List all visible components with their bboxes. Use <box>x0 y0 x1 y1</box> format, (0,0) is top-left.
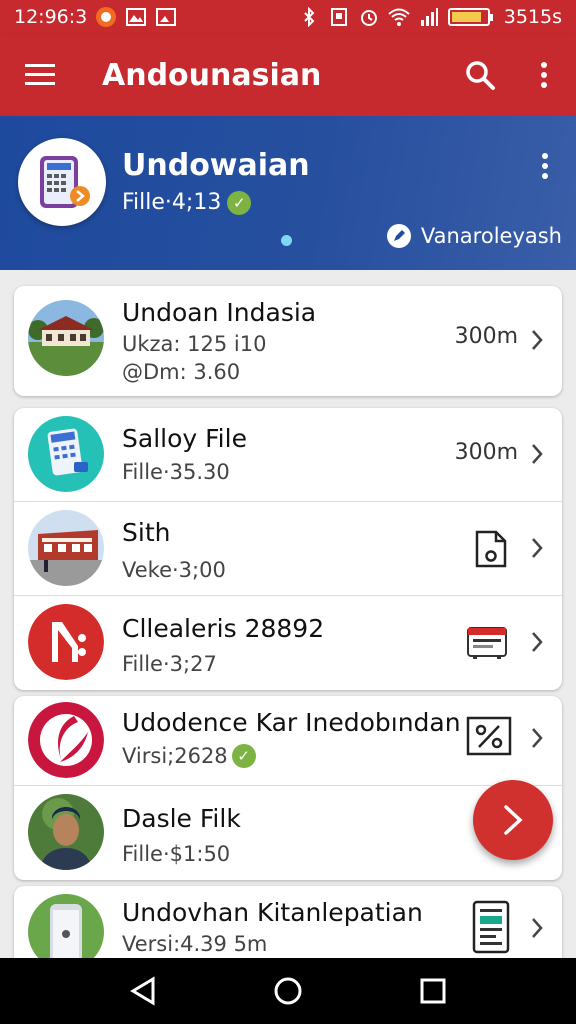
list-item[interactable]: Undoan Indasia Ukza: 125 i10 @Dm: 3.60 3… <box>14 286 562 396</box>
list-item-title: Sith <box>122 518 171 547</box>
list-card: Udodence Kar Inedobından Virsi;2628 ✓ Da… <box>14 696 562 880</box>
red-swirl-logo-thumbnail <box>28 702 104 778</box>
search-button[interactable] <box>448 34 512 116</box>
brand-logo-thumbnail <box>28 604 104 680</box>
chevron-right-icon <box>528 726 546 750</box>
recents-button[interactable] <box>408 966 458 1016</box>
battery-text: 3515s <box>503 6 562 28</box>
header-subtitle-row: Fille·4;13 ✓ <box>122 190 252 215</box>
battery-level <box>451 12 481 22</box>
list-item-title: Cllealeris 28892 <box>122 614 325 643</box>
chevron-right-icon <box>504 805 523 835</box>
status-time: 12:96:3 <box>14 6 88 28</box>
app-bar: Andounasian <box>0 34 576 116</box>
person-thumbnail <box>28 794 104 870</box>
list-item[interactable]: Salloy File Fille·35.30 300m <box>14 408 562 502</box>
chevron-right-icon <box>528 630 546 654</box>
back-icon <box>129 976 155 1006</box>
list-item-title: Undoan Indasia <box>122 298 317 327</box>
home-icon <box>274 977 302 1005</box>
verified-check-icon: ✓ <box>231 744 256 768</box>
list-item-subtitle: Versi:4.39 5m <box>122 932 268 956</box>
app-title: Andounasian <box>102 57 322 93</box>
chevron-right-icon <box>528 442 546 466</box>
list-item-distance: 300m <box>454 440 518 465</box>
list-item[interactable]: Udodence Kar Inedobından Virsi;2628 ✓ <box>14 696 562 786</box>
menu-button[interactable] <box>0 34 80 116</box>
list-card: Salloy File Fille·35.30 300m Sith Veke·3… <box>14 408 562 690</box>
list-item-distance: 300m <box>454 324 518 349</box>
battery-icon <box>447 8 493 26</box>
list-item-subtitle-secondary: @Dm: 3.60 <box>122 360 241 384</box>
chevron-right-icon <box>528 328 546 352</box>
notification-app-icon <box>95 6 117 28</box>
status-bar: 12:96:3 3515s <box>0 0 576 34</box>
image-icon <box>155 6 177 28</box>
more-vert-icon <box>542 153 548 179</box>
header-more-button[interactable] <box>528 146 562 186</box>
home-button[interactable] <box>263 966 313 1016</box>
header-title: Undowaian <box>122 148 310 183</box>
list-item-title: Undovhan Kitanlepatian <box>122 898 423 927</box>
chevron-right-icon <box>528 916 546 940</box>
percent-icon[interactable] <box>466 716 512 760</box>
header-subtitle: Fille·4;13 <box>122 190 222 215</box>
list-item-subtitle: Ukza: 125 i10 <box>122 332 267 356</box>
system-navigation-bar <box>0 958 576 1024</box>
back-button[interactable] <box>118 966 168 1016</box>
list-item[interactable]: Cllealeris 28892 Fille·3;27 <box>14 596 562 690</box>
list-item-title: Udodence Kar Inedobından <box>122 708 461 737</box>
bluetooth-icon <box>298 6 320 28</box>
header-avatar[interactable] <box>18 138 106 226</box>
header-link-label: Vanaroleyash <box>420 224 562 248</box>
list-card: Undoan Indasia Ukza: 125 i10 @Dm: 3.60 3… <box>14 286 562 396</box>
overflow-menu-button[interactable] <box>512 34 576 116</box>
more-vert-icon <box>541 62 547 88</box>
header-banner: Undowaian Fille·4;13 ✓ Vanaroleyash <box>0 116 576 270</box>
ticket-icon[interactable] <box>466 624 508 664</box>
wifi-icon <box>388 6 410 28</box>
nfc-icon <box>328 6 350 28</box>
list-item-title: Dasle Filk <box>122 804 241 833</box>
calculator-thumbnail <box>28 416 104 492</box>
chevron-right-icon <box>528 536 546 560</box>
calculator-app-icon <box>40 156 90 208</box>
page-indicator-dot <box>281 235 292 246</box>
file-icon[interactable] <box>474 530 508 572</box>
list-item-subtitle-row: Virsi;2628 ✓ <box>122 744 256 768</box>
school-building-thumbnail <box>28 300 104 376</box>
menu-icon <box>25 64 55 85</box>
list-item-subtitle: Fille·3;27 <box>122 652 217 676</box>
edit-icon <box>386 224 411 248</box>
list-item-subtitle: Fille·35.30 <box>122 460 230 484</box>
list-item[interactable]: Sith Veke·3;00 <box>14 502 562 596</box>
header-link[interactable]: Vanaroleyash <box>386 224 562 248</box>
list-item-subtitle: Virsi;2628 <box>122 744 228 768</box>
building-thumbnail <box>28 510 104 586</box>
recents-icon <box>420 978 446 1004</box>
document-icon[interactable] <box>472 900 510 958</box>
list-item-subtitle: Fille·$1:50 <box>122 842 231 866</box>
verified-check-icon: ✓ <box>227 190 252 215</box>
signal-icon <box>418 6 440 28</box>
search-icon <box>466 61 495 90</box>
list-item-subtitle: Veke·3;00 <box>122 558 226 582</box>
gallery-icon <box>125 6 147 28</box>
floating-action-button[interactable] <box>473 780 553 860</box>
list-item-title: Salloy File <box>122 424 247 453</box>
alarm-icon <box>358 6 380 28</box>
